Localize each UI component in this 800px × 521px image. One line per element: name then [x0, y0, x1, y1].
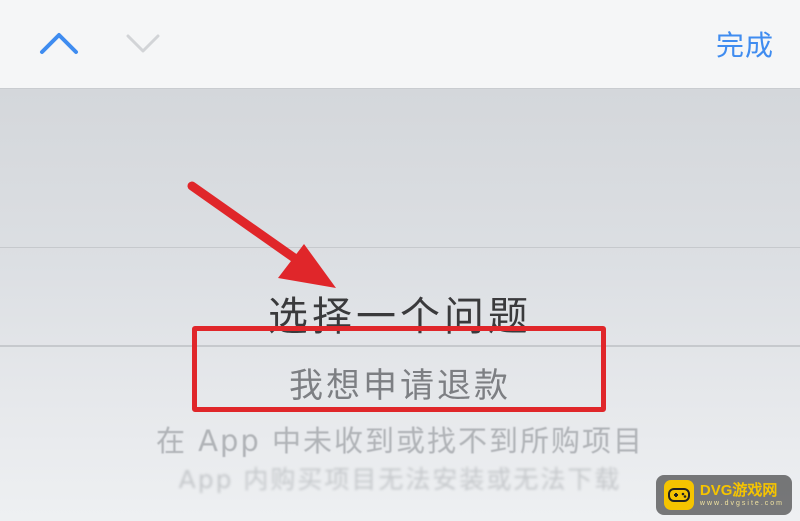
chevron-up-icon [40, 33, 78, 54]
done-button[interactable]: 完成 [716, 24, 774, 64]
picker-option[interactable]: 在 App 中未收到或找不到所购项目 [0, 418, 800, 460]
highlight-box [192, 326, 606, 412]
previous-field-button[interactable] [34, 22, 84, 62]
gamepad-icon [663, 480, 694, 510]
keyboard-toolbar: 完成 [0, 0, 800, 89]
picker-divider [0, 247, 800, 248]
site-watermark: DVG游戏网 www.dvgsite.com [655, 475, 792, 515]
watermark-name: DVG游戏网 [699, 482, 778, 499]
chevron-down-icon [126, 34, 160, 53]
watermark-url: www.dvgsite.com [699, 500, 784, 507]
next-field-button[interactable] [118, 22, 168, 62]
